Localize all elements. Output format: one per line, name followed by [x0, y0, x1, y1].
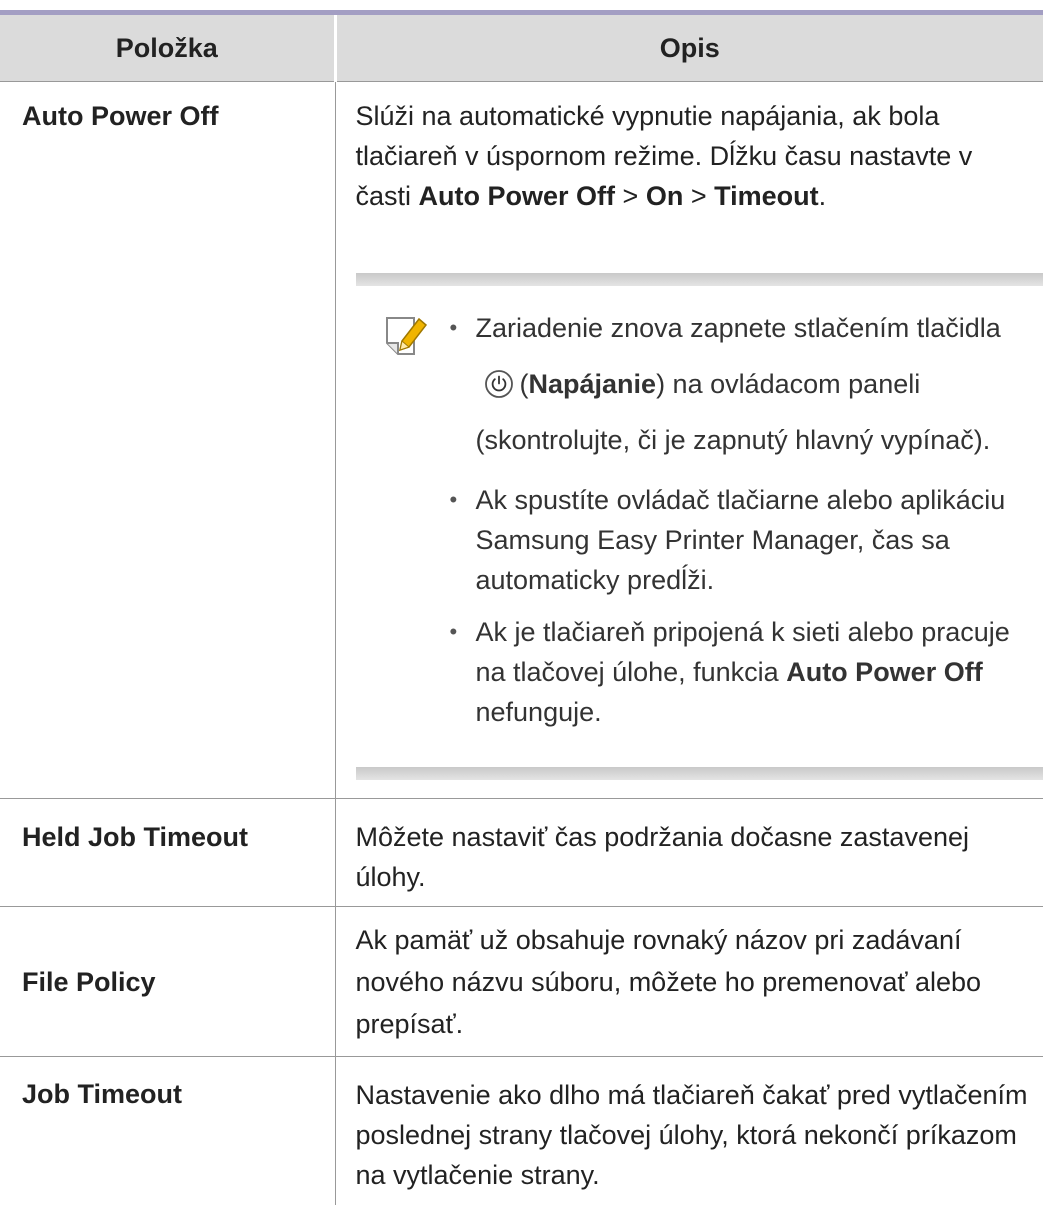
- feature-name: Auto Power Off: [786, 657, 983, 687]
- note-item: Zariadenie znova zapnete stlačením tlači…: [450, 300, 1044, 468]
- note-text: Ak spustíte ovládač tlačiarne alebo apli…: [475, 485, 1006, 595]
- path-separator: >: [683, 181, 715, 211]
- note-paren: (: [519, 369, 529, 399]
- note-box: Zariadenie znova zapnete stlačením tlači…: [355, 273, 1044, 780]
- note-list: Zariadenie znova zapnete stlačením tlači…: [356, 300, 1044, 732]
- menu-path-on: On: [645, 181, 684, 211]
- power-button-label: Napájanie: [528, 369, 657, 399]
- note-item: Ak je tlačiareň pripojená k sieti alebo …: [450, 612, 1044, 732]
- header-item: Položka: [0, 12, 337, 82]
- note-pencil-icon: [385, 317, 427, 355]
- desc-job-timeout: Nastavenie ako dlho má tlačiareň čakať p…: [355, 1080, 1028, 1190]
- table-header-row: Položka Opis: [0, 12, 1043, 82]
- item-held-job-timeout: Held Job Timeout: [0, 798, 336, 907]
- settings-table: Položka Opis Auto Power Off Slúži na aut…: [0, 10, 1043, 1205]
- menu-path-timeout: Timeout: [714, 181, 819, 211]
- table-row-file-policy: File Policy Ak pamäť už obsahuje rovnaký…: [0, 906, 1043, 1057]
- header-description: Opis: [335, 12, 1043, 82]
- item-file-policy: File Policy: [0, 906, 336, 1057]
- item-job-timeout: Job Timeout: [0, 1056, 336, 1205]
- table-row-auto-power-off: Auto Power Off Slúži na automatické vypn…: [0, 81, 1044, 799]
- path-separator: >: [615, 181, 646, 211]
- desc-auto-power-off: Slúži na automatické vypnutie napájania,…: [335, 81, 1044, 799]
- note-text: Zariadenie znova zapnete stlačením tlači…: [475, 313, 1001, 343]
- desc-file-policy: Ak pamäť už obsahuje rovnaký názov pri z…: [335, 906, 1043, 1057]
- note-text: nefunguje.: [475, 697, 602, 727]
- note-item: Ak spustíte ovládač tlačiarne alebo apli…: [450, 480, 1044, 600]
- table-row-held-job-timeout: Held Job Timeout Môžete nastaviť čas pod…: [0, 798, 1043, 907]
- desc-held-job-timeout: Môžete nastaviť čas podržania dočasne za…: [335, 798, 1043, 907]
- table-row-job-timeout: Job Timeout Nastavenie ako dlho má tlači…: [0, 1056, 1043, 1205]
- power-icon: [484, 370, 513, 398]
- desc-end: .: [818, 181, 827, 211]
- item-auto-power-off: Auto Power Off: [0, 81, 336, 799]
- menu-path-auto-power-off: Auto Power Off: [418, 181, 616, 211]
- desc-auto-power-off-text: Slúži na automatické vypnutie napájania,…: [356, 96, 1044, 216]
